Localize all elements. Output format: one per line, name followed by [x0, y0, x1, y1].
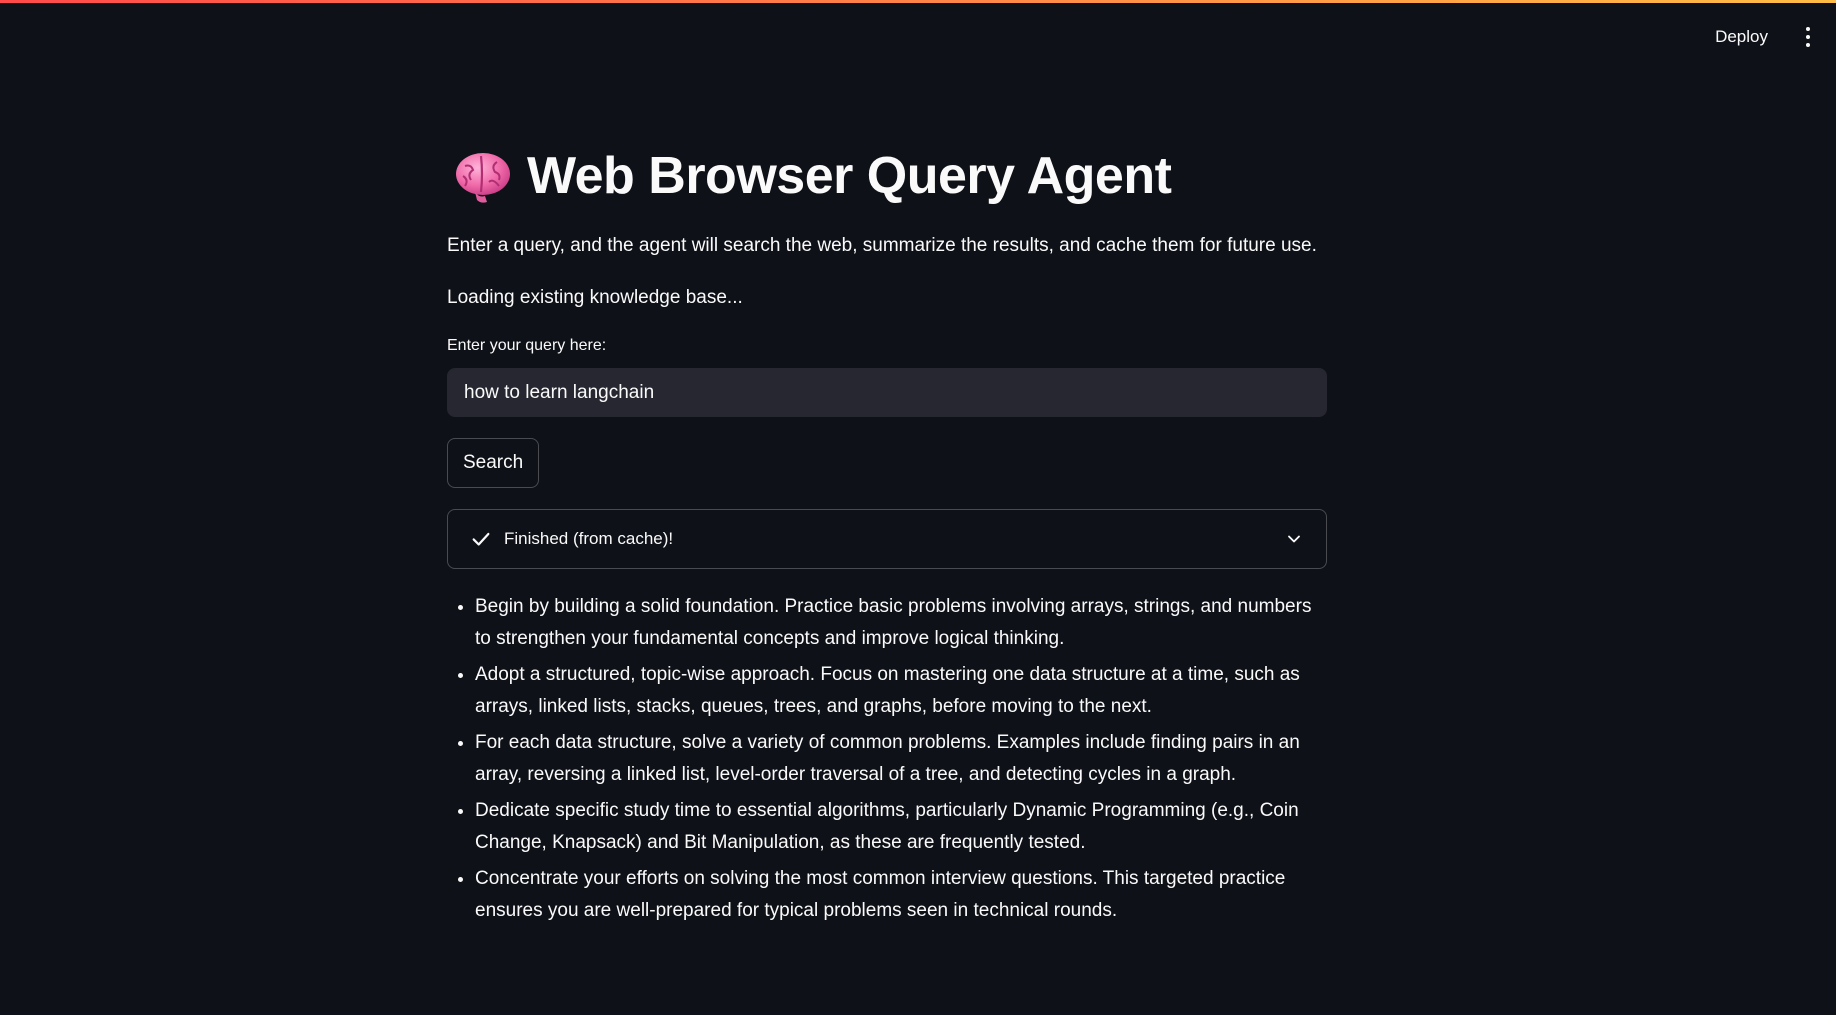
- result-item: Begin by building a solid foundation. Pr…: [475, 591, 1327, 655]
- result-item: For each data structure, solve a variety…: [475, 727, 1327, 791]
- status-text: Finished (from cache)!: [504, 529, 674, 548]
- app-header: Deploy: [0, 0, 1836, 74]
- page-title-row: Web Browser Query Agent: [453, 140, 1327, 212]
- main-content: Web Browser Query Agent Enter a query, a…: [447, 140, 1327, 931]
- results-list: Begin by building a solid foundation. Pr…: [447, 591, 1327, 927]
- status-expander[interactable]: Finished (from cache)!: [447, 509, 1327, 569]
- page-title: Web Browser Query Agent: [527, 147, 1172, 205]
- query-input-label: Enter your query here:: [447, 337, 607, 354]
- result-item: Concentrate your efforts on solving the …: [475, 863, 1327, 927]
- more-vertical-icon[interactable]: [1796, 20, 1820, 54]
- result-item: Dedicate specific study time to essentia…: [475, 795, 1327, 859]
- result-item: Adopt a structured, topic-wise approach.…: [475, 659, 1327, 723]
- check-icon: [472, 532, 490, 546]
- search-button[interactable]: Search: [447, 438, 540, 488]
- deploy-button[interactable]: Deploy: [1705, 21, 1778, 53]
- brain-icon: [456, 153, 510, 203]
- chevron-down-icon[interactable]: [1284, 529, 1304, 549]
- page-description: Enter a query, and the agent will search…: [447, 235, 1317, 256]
- loading-status-text: Loading existing knowledge base...: [447, 287, 743, 308]
- query-input[interactable]: [447, 368, 1327, 417]
